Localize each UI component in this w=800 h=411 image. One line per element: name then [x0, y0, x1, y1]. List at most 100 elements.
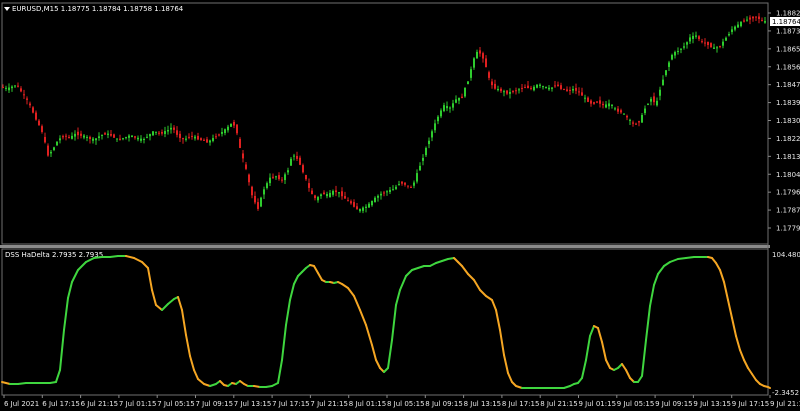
candle-body: [524, 87, 526, 89]
candle-body: [44, 136, 46, 143]
pane-separator[interactable]: [0, 245, 770, 248]
time-tick-label: 7 Jul 05:15: [157, 400, 195, 408]
candle-body: [542, 86, 544, 88]
candle-body: [182, 138, 184, 140]
candle-body: [287, 170, 289, 173]
candle-body: [200, 138, 202, 140]
candle-body: [590, 100, 592, 104]
candle-body: [629, 119, 631, 121]
candle-body: [194, 136, 196, 139]
candle-body: [596, 101, 598, 103]
candle-body: [491, 81, 493, 86]
candle-body: [635, 123, 637, 125]
candle-body: [497, 88, 499, 91]
candle-body: [662, 79, 664, 86]
indicator-bottom-label: -2.3452: [772, 389, 799, 397]
candle-body: [740, 21, 742, 27]
candle-body: [35, 112, 37, 120]
candle-body: [89, 136, 91, 139]
candle-body: [302, 165, 304, 173]
candle-body: [320, 194, 322, 197]
price-tick-label: 1.18045: [776, 171, 800, 179]
indicator-segment: [767, 386, 771, 389]
candle-body: [488, 72, 490, 78]
candle-body: [152, 131, 154, 136]
candle-body: [173, 127, 175, 130]
candle-body: [674, 52, 676, 56]
candle-body: [479, 50, 481, 54]
candle-body: [314, 195, 316, 199]
candle-body: [176, 130, 178, 135]
indicator-frame[interactable]: [1, 248, 769, 396]
price-tick-label: 1.18220: [776, 135, 800, 143]
candle-body: [347, 200, 349, 202]
candle-body: [530, 87, 532, 89]
candle-body: [38, 120, 40, 126]
candle-body: [77, 131, 79, 136]
price-tick-label: 1.18735: [776, 27, 800, 35]
candle-body: [197, 135, 199, 140]
candle-body: [683, 46, 685, 48]
candle-body: [410, 186, 412, 188]
candle-body: [263, 189, 265, 195]
candle-body: [695, 35, 697, 37]
candle-body: [98, 136, 100, 139]
time-tick-label: 9 Jul 17:15: [732, 400, 770, 408]
candle-body: [602, 103, 604, 106]
candle-body: [545, 86, 547, 88]
candle-body: [482, 53, 484, 59]
candle-body: [269, 177, 271, 184]
candle-body: [665, 70, 667, 76]
candle-body: [50, 151, 52, 154]
main-chart-frame[interactable]: [1, 2, 769, 245]
candle-body: [521, 87, 523, 89]
candle-body: [272, 176, 274, 178]
candle-body: [116, 138, 118, 140]
candle-body: [59, 138, 61, 141]
time-tick-label: 9 Jul 21:15: [770, 400, 800, 408]
candle-body: [362, 207, 364, 211]
candle-body: [650, 98, 652, 102]
candle-body: [608, 103, 610, 107]
candle-body: [380, 193, 382, 196]
candle-body: [92, 138, 94, 141]
candle-body: [761, 19, 763, 21]
candle-body: [350, 201, 352, 204]
candle-body: [725, 37, 727, 41]
candle-body: [500, 88, 502, 92]
candle-body: [614, 108, 616, 110]
time-tick-label: 6 Jul 17:15: [42, 400, 80, 408]
candle-body: [512, 91, 514, 93]
candle-body: [716, 47, 718, 49]
price-tick-label: 1.18650: [776, 45, 800, 53]
candle-body: [572, 88, 574, 91]
price-axis: 1.18820 1.18735 1.18650 1.18565 1.18475 1.183…: [768, 10, 800, 233]
candle-body: [299, 157, 301, 165]
price-tick-label: 1.18475: [776, 81, 800, 89]
price-tick-label: 1.17960: [776, 189, 800, 197]
candle-body: [17, 85, 19, 87]
candle-body: [470, 69, 472, 78]
time-axis: 6 Jul 2021 6 Jul 17:15 6 Jul 21:15 7 Jul 01…: [3, 395, 800, 408]
candle-body: [341, 191, 343, 197]
candle-body: [710, 43, 712, 48]
candle-body: [101, 134, 103, 136]
candle-body: [407, 185, 409, 187]
candle-body: [239, 138, 241, 148]
time-tick-label: 8 Jul 01:15: [349, 400, 387, 408]
candle-body: [119, 138, 121, 140]
candle-body: [290, 158, 292, 166]
time-tick-label: 9 Jul 09:15: [655, 400, 693, 408]
indicator-segment: [93, 256, 103, 259]
candle-body: [170, 127, 172, 130]
candle-body: [464, 87, 466, 97]
candle-body: [686, 42, 688, 45]
candle-body: [536, 84, 538, 88]
candle-body: [623, 113, 625, 115]
time-tick-label: 7 Jul 01:15: [119, 400, 157, 408]
candle-body: [404, 182, 406, 185]
candle-body: [527, 85, 529, 89]
price-tick-label: 1.18130: [776, 153, 800, 161]
candle-body: [581, 92, 583, 96]
candle-body: [569, 89, 571, 91]
